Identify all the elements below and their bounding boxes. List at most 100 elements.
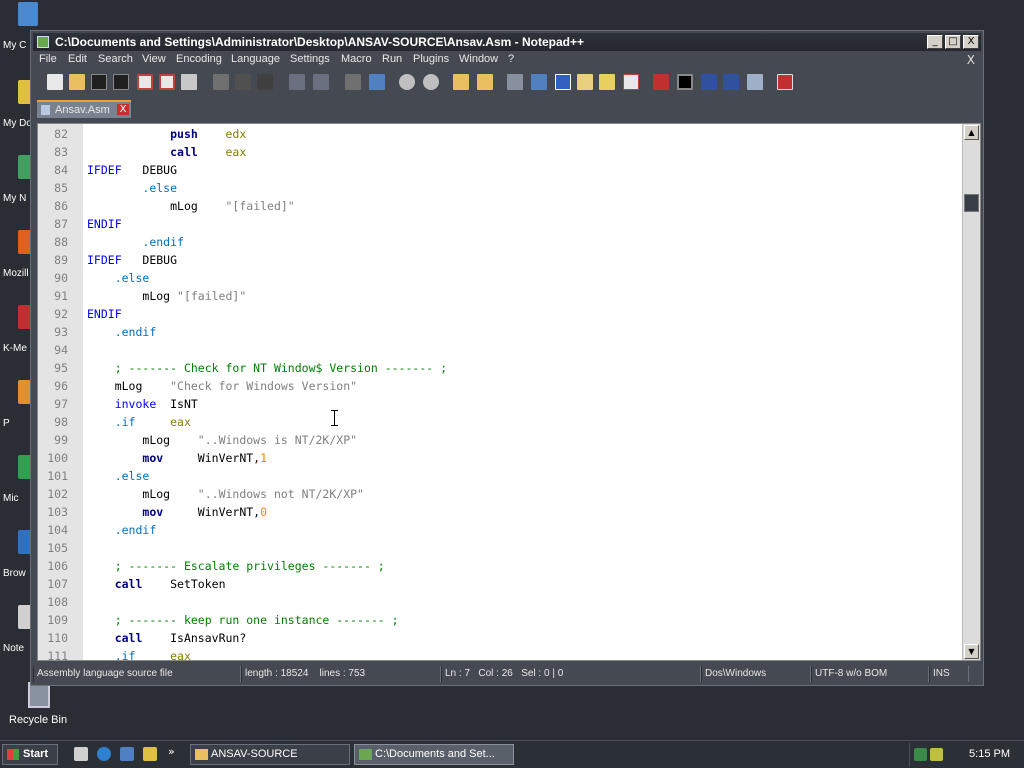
- menu-macro[interactable]: Macro: [341, 53, 372, 65]
- sync-horizontal-icon[interactable]: [477, 74, 493, 90]
- show-all-chars-icon[interactable]: [531, 74, 547, 90]
- tray-network-icon[interactable]: [914, 748, 927, 761]
- close-all-icon[interactable]: [159, 74, 175, 90]
- redo-icon[interactable]: [313, 74, 329, 90]
- desktop-icon-my-documents[interactable]: My Do: [0, 80, 38, 140]
- word-wrap-icon[interactable]: [507, 74, 523, 90]
- line-code: mLog "Check for Windows Version": [87, 377, 357, 395]
- save-icon[interactable]: [91, 74, 107, 90]
- line-code: .endif: [87, 233, 184, 251]
- show-desktop-icon[interactable]: [74, 747, 88, 761]
- copy-icon[interactable]: [235, 74, 251, 90]
- menu-language[interactable]: Language: [231, 53, 280, 65]
- window-title: C:\Documents and Settings\Administrator\…: [55, 35, 584, 49]
- menu-help[interactable]: ?: [508, 53, 514, 65]
- desktop-icon-k-meleon[interactable]: K-Me: [0, 305, 38, 365]
- search-quicklaunch-icon[interactable]: [143, 747, 157, 761]
- stop-record-icon[interactable]: [677, 74, 693, 90]
- code-line: 104 .endif: [38, 521, 958, 539]
- menu-edit[interactable]: Edit: [68, 53, 87, 65]
- line-number: 109: [47, 613, 68, 627]
- clock[interactable]: 5:15 PM: [969, 748, 1010, 760]
- status-length-lines: length : 18524 lines : 753: [241, 666, 441, 682]
- code-token: ; ------- keep run one instance ------- …: [114, 613, 399, 627]
- tab-ansav-asm[interactable]: Ansav.Asm X: [37, 100, 131, 118]
- desktop-icon-notepad[interactable]: Note: [0, 605, 38, 665]
- code-token: call: [170, 145, 198, 159]
- tab-close-button[interactable]: X: [117, 104, 129, 115]
- minimize-button[interactable]: _: [927, 35, 943, 49]
- desktop-icon-mozilla[interactable]: Mozill: [0, 230, 38, 290]
- task-notepadpp[interactable]: C:\Documents and Set...: [354, 744, 514, 765]
- code-token: mLog: [170, 199, 198, 213]
- notepadpp-icon[interactable]: [37, 36, 49, 48]
- zoom-in-icon[interactable]: [399, 74, 415, 90]
- menu-encoding[interactable]: Encoding: [176, 53, 222, 65]
- undo-icon[interactable]: [289, 74, 305, 90]
- menu-view[interactable]: View: [142, 53, 166, 65]
- code-token: ; ------- Check for NT Window$ Version -…: [114, 361, 448, 375]
- scroll-down-button[interactable]: ▼: [964, 644, 979, 659]
- scrollbar-thumb[interactable]: [964, 194, 979, 212]
- spellcheck-icon[interactable]: [777, 74, 793, 90]
- find-icon[interactable]: [345, 74, 361, 90]
- line-number: 106: [47, 559, 68, 573]
- open-file-icon[interactable]: [69, 74, 85, 90]
- replace-icon[interactable]: [369, 74, 385, 90]
- document-map-icon[interactable]: [599, 74, 615, 90]
- title-bar[interactable]: C:\Documents and Settings\Administrator\…: [33, 33, 981, 51]
- close-file-icon[interactable]: [137, 74, 153, 90]
- close-document-button[interactable]: X: [967, 53, 975, 67]
- zoom-out-icon[interactable]: [423, 74, 439, 90]
- menu-file[interactable]: File: [39, 53, 57, 65]
- new-file-icon[interactable]: [47, 74, 63, 90]
- code-line: 101 .else: [38, 467, 958, 485]
- start-button[interactable]: Start: [2, 744, 58, 765]
- code-editor[interactable]: 82 push edx 83 call eax 84 IFDEF DEBUG 85 .e…: [37, 123, 981, 661]
- menu-settings[interactable]: Settings: [290, 53, 330, 65]
- code-line: 85 .else: [38, 179, 958, 197]
- desktop-icon-my-network[interactable]: My N: [0, 155, 38, 215]
- maximize-button[interactable]: □: [945, 35, 961, 49]
- outlook-express-icon[interactable]: [120, 747, 134, 761]
- desktop-icon-my-computer[interactable]: My C: [0, 2, 38, 62]
- paste-icon[interactable]: [257, 74, 273, 90]
- code-token: SetToken: [170, 577, 226, 591]
- scroll-up-button[interactable]: ▲: [964, 125, 979, 140]
- internet-explorer-icon[interactable]: [97, 747, 111, 761]
- quicklaunch-more-icon[interactable]: »: [168, 745, 175, 758]
- code-line: 87 ENDIF: [38, 215, 958, 233]
- menu-window[interactable]: Window: [459, 53, 498, 65]
- sync-vertical-icon[interactable]: [453, 74, 469, 90]
- function-list-icon[interactable]: [623, 74, 639, 90]
- menu-run[interactable]: Run: [382, 53, 402, 65]
- desktop-icon-browser[interactable]: Brow: [0, 530, 38, 590]
- print-icon[interactable]: [181, 74, 197, 90]
- line-number: 90: [54, 271, 68, 285]
- save-macro-icon[interactable]: [747, 74, 763, 90]
- toolbar: [33, 71, 981, 95]
- line-code: ; ------- Escalate privileges ------- ;: [87, 557, 385, 575]
- menu-search[interactable]: Search: [98, 53, 133, 65]
- desktop-icon-microsoft-visual[interactable]: Mic: [0, 455, 38, 515]
- line-code: mov WinVerNT,1: [87, 449, 267, 467]
- desktop-icon-p[interactable]: P: [0, 380, 38, 440]
- close-button[interactable]: X: [963, 35, 979, 49]
- cut-icon[interactable]: [213, 74, 229, 90]
- task-ansav-source[interactable]: ANSAV-SOURCE: [190, 744, 350, 765]
- record-macro-icon[interactable]: [653, 74, 669, 90]
- code-line: 106 ; ------- Escalate privileges ------…: [38, 557, 958, 575]
- save-all-icon[interactable]: [113, 74, 129, 90]
- tray-antivirus-icon[interactable]: [930, 748, 943, 761]
- run-macro-multiple-icon[interactable]: [723, 74, 739, 90]
- user-language-icon[interactable]: [577, 74, 593, 90]
- indent-guide-icon[interactable]: [555, 74, 571, 90]
- desktop-icon-recycle-bin[interactable]: Recycle Bin: [4, 680, 68, 726]
- play-macro-icon[interactable]: [701, 74, 717, 90]
- menu-plugins[interactable]: Plugins: [413, 53, 449, 65]
- vertical-scrollbar[interactable]: ▲ ▼: [962, 124, 980, 660]
